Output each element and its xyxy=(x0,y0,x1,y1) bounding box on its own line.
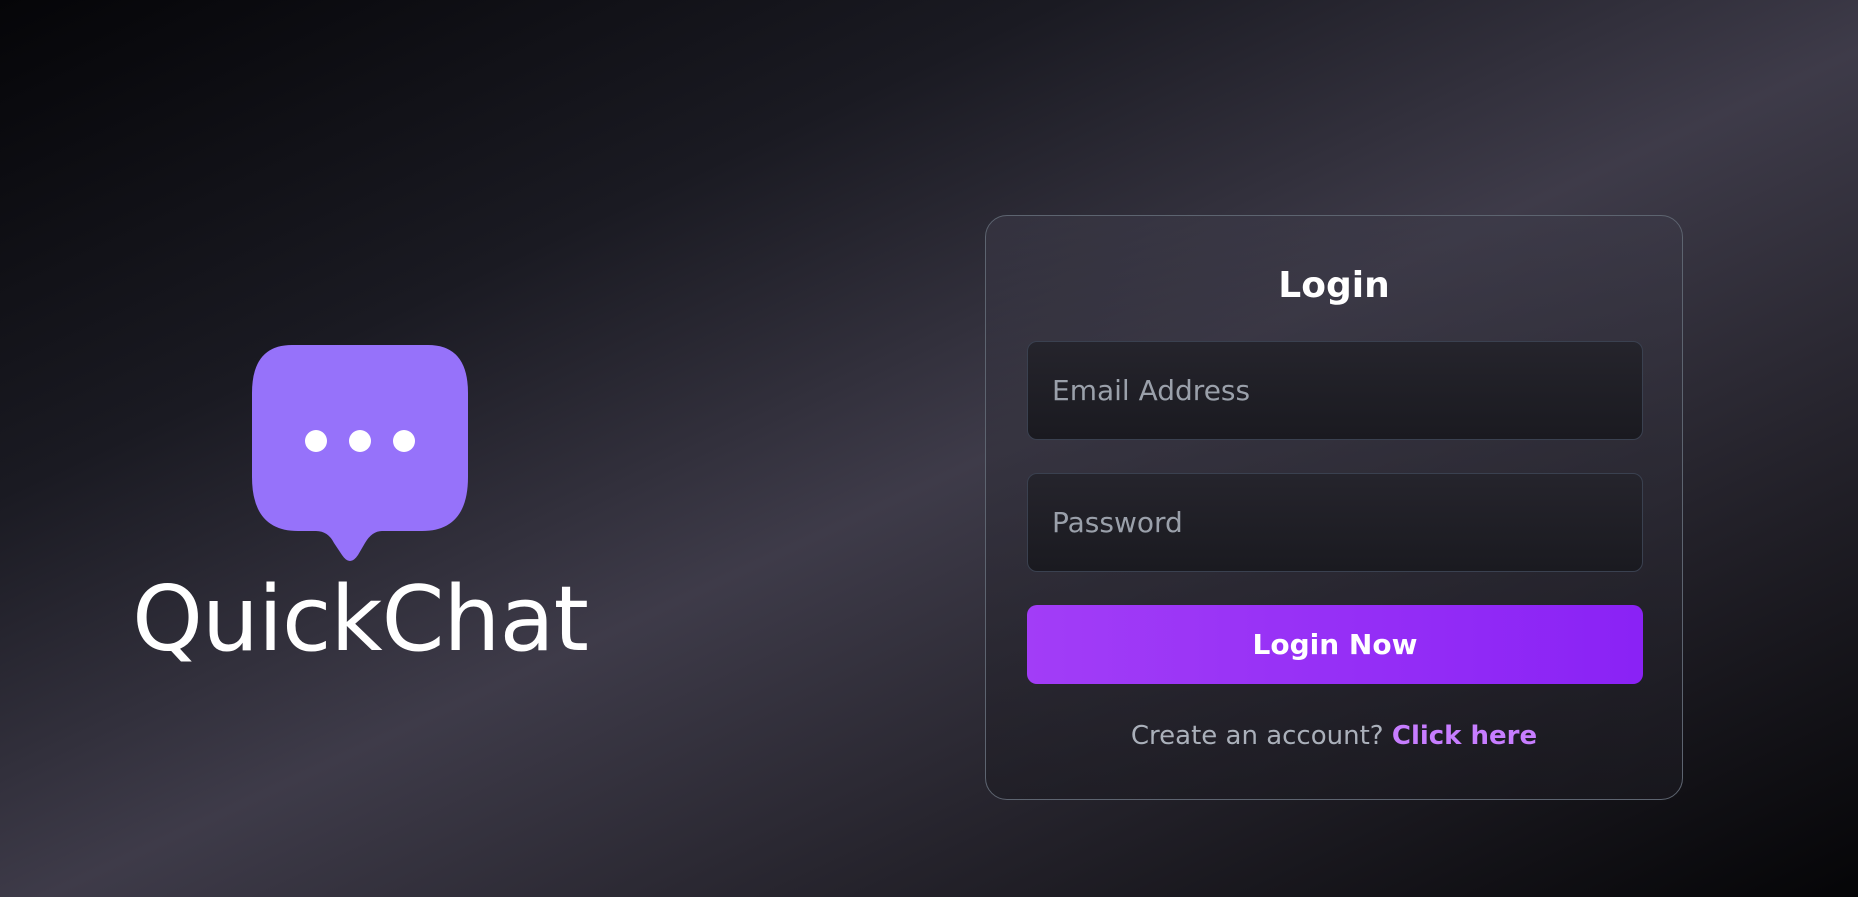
chat-bubble-icon xyxy=(252,345,468,567)
login-button[interactable]: Login Now xyxy=(1027,605,1643,684)
email-input[interactable] xyxy=(1027,341,1643,440)
signup-prompt-line: Create an account? Click here xyxy=(1027,720,1641,752)
brand-area: QuickChat xyxy=(120,345,600,665)
login-card: Login Login Now Create an account? Click… xyxy=(985,215,1683,800)
login-title: Login xyxy=(1278,265,1390,306)
brand-name: QuickChat xyxy=(132,567,589,672)
signup-prompt-text: Create an account? xyxy=(1130,721,1384,751)
signup-link[interactable]: Click here xyxy=(1392,721,1537,751)
password-input[interactable] xyxy=(1027,473,1643,572)
